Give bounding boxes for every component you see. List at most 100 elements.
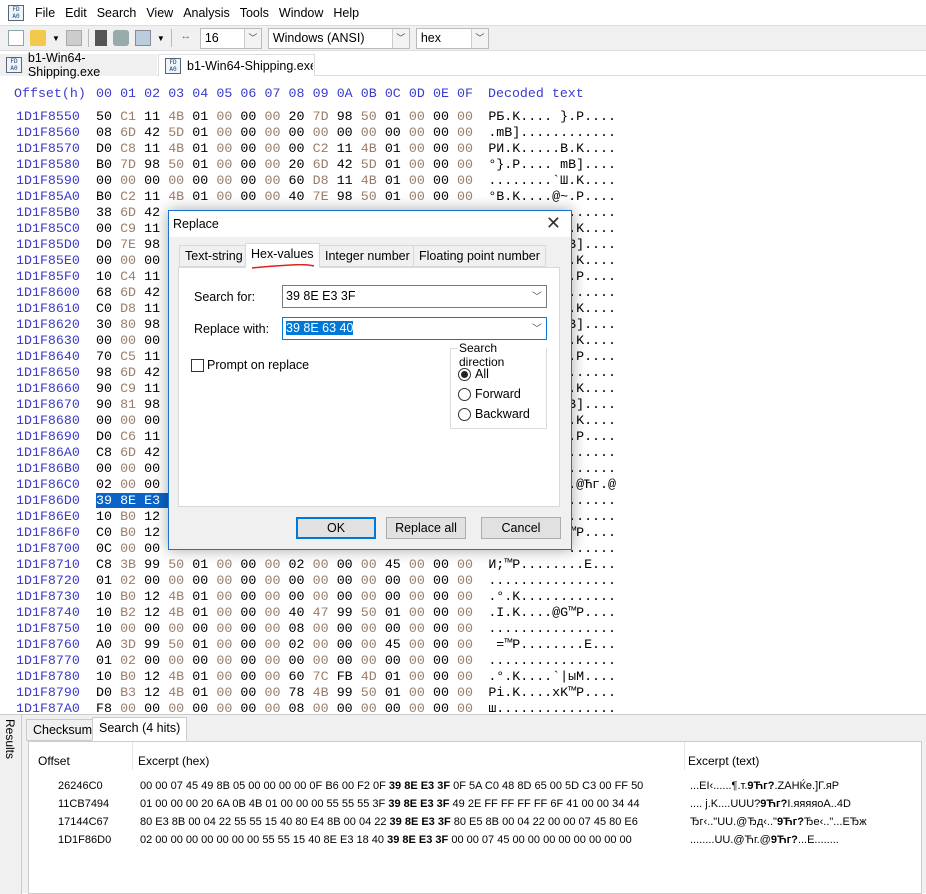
hex-byte[interactable]: 00: [264, 157, 288, 172]
hex-byte[interactable]: 00: [144, 541, 168, 556]
open-folder-icon[interactable]: [30, 30, 46, 46]
decoded-text[interactable]: ........`Ш.K....: [488, 173, 616, 188]
hex-byte[interactable]: 00: [240, 685, 264, 700]
hex-byte[interactable]: 00: [240, 621, 264, 636]
hex-byte[interactable]: 00: [120, 173, 144, 188]
hex-byte[interactable]: 00: [409, 589, 433, 604]
hex-byte[interactable]: 00: [96, 173, 120, 188]
hex-byte[interactable]: 00: [264, 605, 288, 620]
hex-byte[interactable]: 00: [433, 637, 457, 652]
hex-byte[interactable]: 02: [120, 573, 144, 588]
hex-byte[interactable]: 00: [457, 189, 481, 204]
hex-byte[interactable]: 01: [385, 109, 409, 124]
hex-byte[interactable]: 11: [144, 189, 168, 204]
hex-byte[interactable]: 6D: [120, 285, 144, 300]
hex-byte[interactable]: 00: [168, 173, 192, 188]
results-side-tab[interactable]: Results: [0, 715, 22, 894]
hex-byte[interactable]: 01: [385, 685, 409, 700]
hex-byte[interactable]: D0: [96, 685, 120, 700]
hex-byte[interactable]: 00: [361, 557, 385, 572]
replace-all-button[interactable]: Replace all: [386, 517, 466, 539]
hex-byte[interactable]: 00: [433, 669, 457, 684]
hex-byte[interactable]: B0: [120, 509, 144, 524]
hex-byte[interactable]: 00: [385, 573, 409, 588]
tab-floating-point-number[interactable]: Floating point number: [413, 245, 546, 267]
hex-byte[interactable]: 00: [385, 621, 409, 636]
hex-byte[interactable]: 7C: [313, 669, 337, 684]
hex-byte[interactable]: 00: [144, 701, 168, 714]
hex-byte[interactable]: 8E: [120, 493, 145, 508]
hex-byte[interactable]: 00: [216, 621, 240, 636]
hex-byte[interactable]: 6D: [120, 125, 144, 140]
hex-byte[interactable]: 12: [144, 685, 168, 700]
hex-byte[interactable]: 00: [264, 573, 288, 588]
hex-byte[interactable]: 20: [289, 157, 313, 172]
hex-byte[interactable]: 00: [216, 141, 240, 156]
hex-byte[interactable]: 98: [144, 237, 168, 252]
hex-byte[interactable]: 00: [457, 637, 481, 652]
hex-byte[interactable]: 00: [433, 157, 457, 172]
hex-byte[interactable]: C2: [313, 141, 337, 156]
hex-byte[interactable]: 00: [337, 637, 361, 652]
hex-byte[interactable]: 42: [144, 125, 168, 140]
hex-byte[interactable]: 6D: [313, 157, 337, 172]
hex-byte[interactable]: 00: [216, 173, 240, 188]
hex-byte[interactable]: 00: [313, 573, 337, 588]
hex-byte[interactable]: 00: [264, 125, 288, 140]
decoded-text[interactable]: ................: [488, 653, 616, 668]
hex-byte[interactable]: 08: [289, 701, 313, 714]
hex-byte[interactable]: D0: [96, 429, 120, 444]
tab-search-hits[interactable]: Search (4 hits): [92, 717, 188, 741]
hex-byte[interactable]: 4D: [361, 669, 385, 684]
hex-byte[interactable]: 70: [96, 349, 120, 364]
radio-forward[interactable]: [458, 388, 471, 401]
hex-byte[interactable]: 00: [168, 653, 192, 668]
hex-byte[interactable]: 00: [409, 109, 433, 124]
hex-byte[interactable]: 00: [216, 605, 240, 620]
hex-byte[interactable]: 00: [361, 637, 385, 652]
hex-byte[interactable]: 00: [240, 109, 264, 124]
hex-byte[interactable]: 00: [313, 637, 337, 652]
hex-byte[interactable]: 0C: [96, 541, 120, 556]
hex-byte[interactable]: 00: [361, 621, 385, 636]
hex-byte[interactable]: 02: [120, 653, 144, 668]
hex-byte[interactable]: C2: [120, 189, 144, 204]
hex-byte[interactable]: 00: [120, 541, 144, 556]
hex-byte[interactable]: 98: [144, 397, 168, 412]
hex-byte[interactable]: 00: [361, 573, 385, 588]
hex-byte[interactable]: 00: [337, 701, 361, 714]
hex-byte[interactable]: 4B: [168, 685, 192, 700]
hex-byte[interactable]: 01: [385, 605, 409, 620]
hex-byte[interactable]: 11: [144, 109, 168, 124]
hex-byte[interactable]: 3B: [120, 557, 144, 572]
hex-byte[interactable]: 00: [240, 141, 264, 156]
hex-byte[interactable]: 00: [264, 701, 288, 714]
hex-byte[interactable]: 00: [240, 189, 264, 204]
hex-byte[interactable]: 00: [409, 685, 433, 700]
hex-byte[interactable]: 00: [168, 573, 192, 588]
hex-byte[interactable]: A0: [96, 637, 120, 652]
tab-checksum[interactable]: Checksum: [26, 719, 100, 741]
hex-byte[interactable]: 00: [120, 701, 144, 714]
hex-byte[interactable]: B0: [120, 669, 144, 684]
hex-byte[interactable]: 68: [96, 285, 120, 300]
hex-byte[interactable]: 98: [337, 109, 361, 124]
hex-byte[interactable]: 00: [264, 589, 288, 604]
hex-byte[interactable]: 99: [337, 605, 361, 620]
hex-byte[interactable]: 00: [168, 701, 192, 714]
hex-byte[interactable]: 00: [409, 637, 433, 652]
hex-byte[interactable]: 00: [216, 701, 240, 714]
disk-icon[interactable]: [112, 30, 129, 46]
hex-byte[interactable]: 00: [361, 701, 385, 714]
column-header-text[interactable]: Excerpt (text): [688, 754, 759, 768]
column-header-offset[interactable]: Offset: [38, 754, 70, 768]
hex-byte[interactable]: 00: [433, 109, 457, 124]
hex-byte[interactable]: C1: [120, 109, 144, 124]
menu-file[interactable]: File: [30, 6, 60, 20]
hex-byte[interactable]: 00: [409, 557, 433, 572]
hex-byte[interactable]: 00: [240, 557, 264, 572]
hex-byte[interactable]: 00: [192, 573, 216, 588]
menu-window[interactable]: Window: [274, 6, 328, 20]
hex-byte[interactable]: 10: [96, 509, 120, 524]
hex-byte[interactable]: 11: [144, 429, 168, 444]
